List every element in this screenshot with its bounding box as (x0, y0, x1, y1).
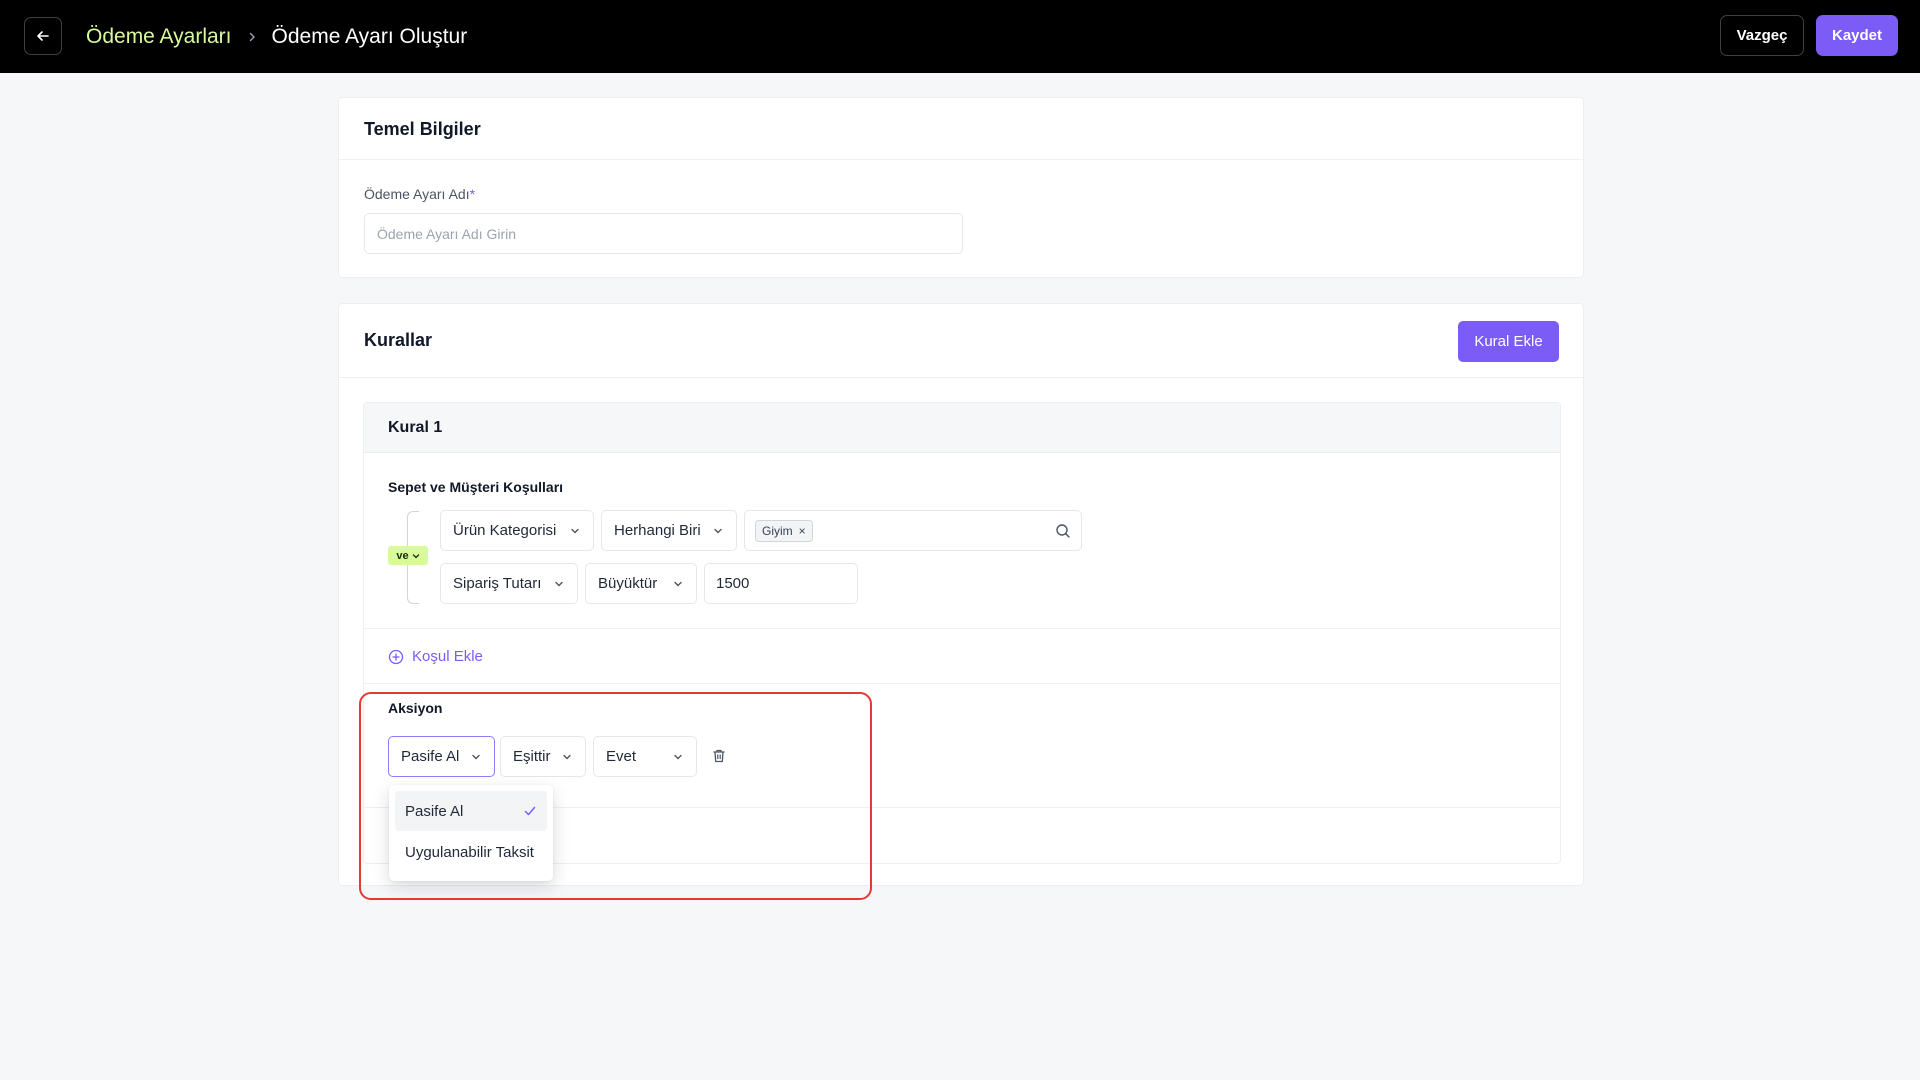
select-value: Evet (606, 748, 637, 765)
top-bar: Ödeme Ayarları Ödeme Ayarı Oluştur Vazge… (0, 0, 1920, 73)
conditions-label: Sepet ve Müşteri Koşulları (388, 479, 564, 495)
rule-header: Kural 1 (364, 403, 1560, 453)
select-value: Eşittir (513, 748, 551, 765)
chevron-down-icon (672, 578, 684, 590)
name-label-text: Ödeme Ayarı Adı (364, 186, 470, 202)
category-tag: Giyim × (755, 520, 813, 542)
logic-operator-toggle[interactable]: ve (388, 546, 428, 565)
select-value: Sipariş Tutarı (453, 575, 542, 592)
chevron-down-icon (553, 578, 565, 590)
arrow-left-icon (37, 31, 49, 41)
chevron-right-icon (246, 31, 258, 43)
chevron-down-icon (412, 553, 419, 558)
select-value: Pasife Al (401, 748, 460, 765)
trash-icon[interactable] (711, 748, 727, 764)
select-value: Büyüktür (598, 575, 658, 592)
divider (364, 683, 1560, 684)
action-type-dropdown: Pasife Al Uygulanabilir Taksit (389, 785, 553, 881)
back-button[interactable] (24, 17, 62, 55)
tag-label: Giyim (762, 524, 793, 538)
breadcrumb: Ödeme Ayarları Ödeme Ayarı Oluştur (86, 0, 467, 73)
condition-2-field-select[interactable]: Sipariş Tutarı (440, 563, 578, 604)
divider (364, 628, 1560, 629)
action-value-select[interactable]: Evet (593, 736, 697, 777)
option-label: Uygulanabilir Taksit (405, 843, 534, 861)
required-mark: * (469, 186, 476, 202)
add-condition-label: Koşul Ekle (412, 648, 483, 665)
name-field-label: Ödeme Ayarı Adı* (364, 186, 475, 202)
divider (339, 377, 1583, 378)
add-rule-button[interactable]: Kural Ekle (1458, 321, 1559, 362)
chevron-down-icon (672, 751, 684, 763)
condition-1-operator-select[interactable]: Herhangi Biri (601, 510, 737, 551)
action-operator-select[interactable]: Eşittir (500, 736, 586, 777)
condition-1-field-select[interactable]: Ürün Kategorisi (440, 510, 594, 551)
save-button[interactable]: Kaydet (1816, 15, 1898, 56)
chevron-down-icon (569, 525, 581, 537)
condition-2-operator-select[interactable]: Büyüktür (585, 563, 697, 604)
basic-info-card: Temel Bilgiler Ödeme Ayarı Adı* (338, 97, 1584, 278)
condition-2-value-input[interactable]: 1500 (704, 563, 858, 604)
action-type-select[interactable]: Pasife Al (388, 736, 495, 777)
add-condition-button[interactable]: Koşul Ekle (388, 648, 483, 665)
chevron-down-icon (470, 751, 482, 763)
divider (339, 159, 1583, 160)
page-title: Ödeme Ayarı Oluştur (271, 24, 468, 48)
search-icon[interactable] (1055, 523, 1071, 539)
rules-title: Kurallar (364, 330, 433, 350)
basic-info-title: Temel Bilgiler (364, 119, 481, 139)
select-value: Ürün Kategorisi (453, 522, 557, 539)
action-label: Aksiyon (388, 700, 443, 716)
cancel-button[interactable]: Vazgeç (1720, 15, 1804, 56)
rule-title: Kural 1 (388, 419, 443, 436)
name-input[interactable] (364, 213, 963, 254)
breadcrumb-parent-link[interactable]: Ödeme Ayarları (86, 25, 232, 49)
dropdown-option[interactable]: Uygulanabilir Taksit (395, 832, 547, 872)
option-label: Pasife Al (405, 802, 464, 820)
chevron-down-icon (712, 525, 724, 537)
condition-1-tag-input[interactable]: Giyim × (744, 510, 1082, 551)
plus-circle-icon (388, 649, 404, 664)
select-value: Herhangi Biri (614, 522, 701, 539)
chevron-down-icon (561, 751, 573, 763)
logic-operator-label: ve (396, 549, 409, 562)
check-icon (524, 806, 536, 816)
close-icon[interactable]: × (799, 524, 806, 538)
dropdown-option[interactable]: Pasife Al (395, 791, 547, 831)
